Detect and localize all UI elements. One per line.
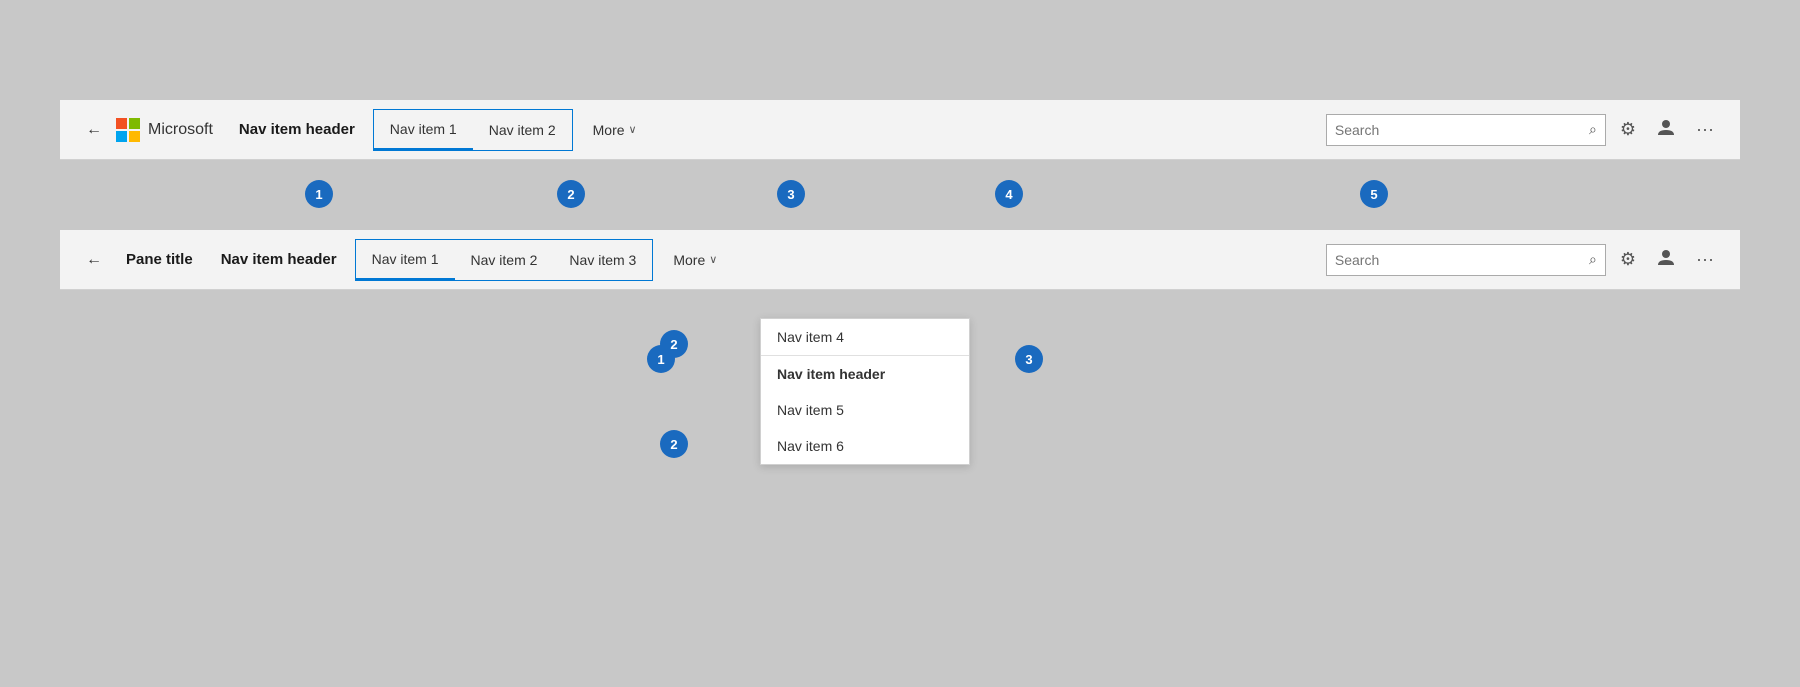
ellipsis-icon-1: ··· [1696, 119, 1714, 140]
user-button-2[interactable] [1650, 243, 1682, 276]
ellipsis-button-1[interactable]: ··· [1690, 115, 1720, 144]
search-input-2[interactable] [1335, 252, 1583, 268]
badge-1-icons: 5 [1360, 180, 1388, 208]
back-button-2[interactable]: ← [80, 247, 108, 273]
nav-items-group-1: Nav item 1 Nav item 2 [373, 109, 573, 151]
badge-1-more: 3 [777, 180, 805, 208]
nav-items-group-2: Nav item 1 Nav item 2 Nav item 3 [355, 239, 654, 281]
user-icon-2 [1656, 247, 1676, 272]
badge-1-search: 4 [995, 180, 1023, 208]
dropdown-header: Nav item header [761, 356, 969, 392]
nav-item-header-1: Nav item header [229, 121, 365, 138]
search-box-1: ⌕ [1326, 114, 1606, 146]
badge-1-items: 2 [557, 180, 585, 208]
navbar-2: ← Pane title Nav item header Nav item 1 … [60, 230, 1740, 290]
search-input-1[interactable] [1335, 122, 1583, 138]
ellipsis-button-2[interactable]: ··· [1690, 245, 1720, 274]
settings-button-2[interactable]: ⚙ [1614, 245, 1642, 274]
ellipsis-icon-2: ··· [1696, 249, 1714, 270]
back-icon-1: ← [86, 121, 102, 139]
pane-title: Pane title [116, 251, 203, 268]
back-button-1[interactable]: ← [80, 117, 108, 143]
microsoft-logo [116, 118, 140, 142]
more-button-1[interactable]: More ∨ [581, 109, 649, 151]
settings-icon-2: ⚙ [1620, 249, 1636, 270]
chevron-down-icon-1: ∨ [629, 123, 637, 136]
badge-1-logo: 1 [305, 180, 333, 208]
nav-item-2-1[interactable]: Nav item 1 [356, 240, 455, 280]
user-icon-1 [1656, 117, 1676, 142]
settings-button-1[interactable]: ⚙ [1614, 115, 1642, 144]
nav-item-2-2[interactable]: Nav item 2 [455, 240, 554, 280]
more-button-2[interactable]: More ∨ [661, 239, 729, 281]
settings-icon-1: ⚙ [1620, 119, 1636, 140]
nav-item-2-3[interactable]: Nav item 3 [553, 240, 652, 280]
dropdown-menu: Nav item 4 Nav item header Nav item 5 Na… [760, 318, 970, 465]
badge-2-dropdown-bottom: 2 [660, 430, 688, 458]
search-icon-2: ⌕ [1589, 251, 1597, 268]
brand-name: Microsoft [148, 121, 213, 139]
chevron-down-icon-2: ∨ [709, 253, 717, 266]
badge-2-more: 3 [1015, 345, 1043, 373]
badge-2-dropdown-top: 2 [660, 330, 688, 358]
search-box-2: ⌕ [1326, 244, 1606, 276]
navbar-1: ← Microsoft Nav item header Nav item 1 N… [60, 100, 1740, 160]
dropdown-item-6[interactable]: Nav item 6 [761, 428, 969, 464]
dropdown-item-5[interactable]: Nav item 5 [761, 392, 969, 428]
nav-item-1-2[interactable]: Nav item 2 [473, 110, 572, 150]
user-button-1[interactable] [1650, 113, 1682, 146]
back-icon-2: ← [86, 251, 102, 269]
dropdown-item-4[interactable]: Nav item 4 [761, 319, 969, 355]
search-icon-1: ⌕ [1589, 121, 1597, 138]
nav-item-header-2: Nav item header [211, 251, 347, 268]
nav-item-1-1[interactable]: Nav item 1 [374, 110, 473, 150]
